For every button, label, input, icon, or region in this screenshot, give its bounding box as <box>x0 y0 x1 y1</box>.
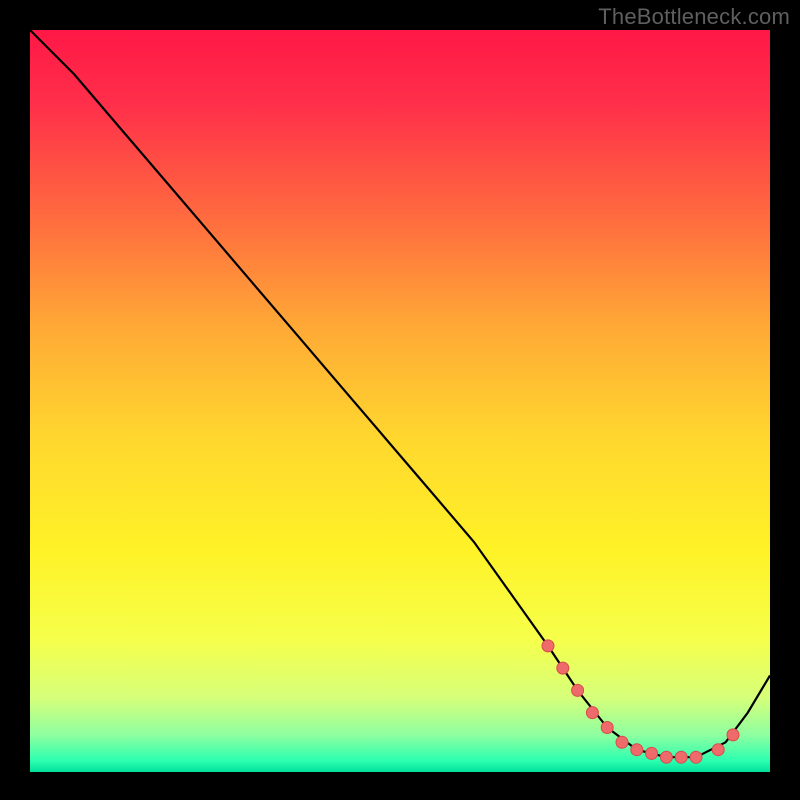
highlight-dot <box>660 751 672 763</box>
highlight-dot <box>675 751 687 763</box>
highlight-dot <box>572 684 584 696</box>
highlight-dot <box>557 662 569 674</box>
highlight-dot <box>616 736 628 748</box>
bottleneck-chart <box>0 0 800 800</box>
watermark-text: TheBottleneck.com <box>598 4 790 30</box>
gradient-background <box>30 30 770 772</box>
highlight-dot <box>601 722 613 734</box>
highlight-dot <box>631 744 643 756</box>
highlight-dot <box>712 744 724 756</box>
highlight-dot <box>542 640 554 652</box>
highlight-dot <box>727 729 739 741</box>
highlight-dot <box>586 707 598 719</box>
highlight-dot <box>690 751 702 763</box>
highlight-dot <box>646 747 658 759</box>
chart-container: TheBottleneck.com <box>0 0 800 800</box>
